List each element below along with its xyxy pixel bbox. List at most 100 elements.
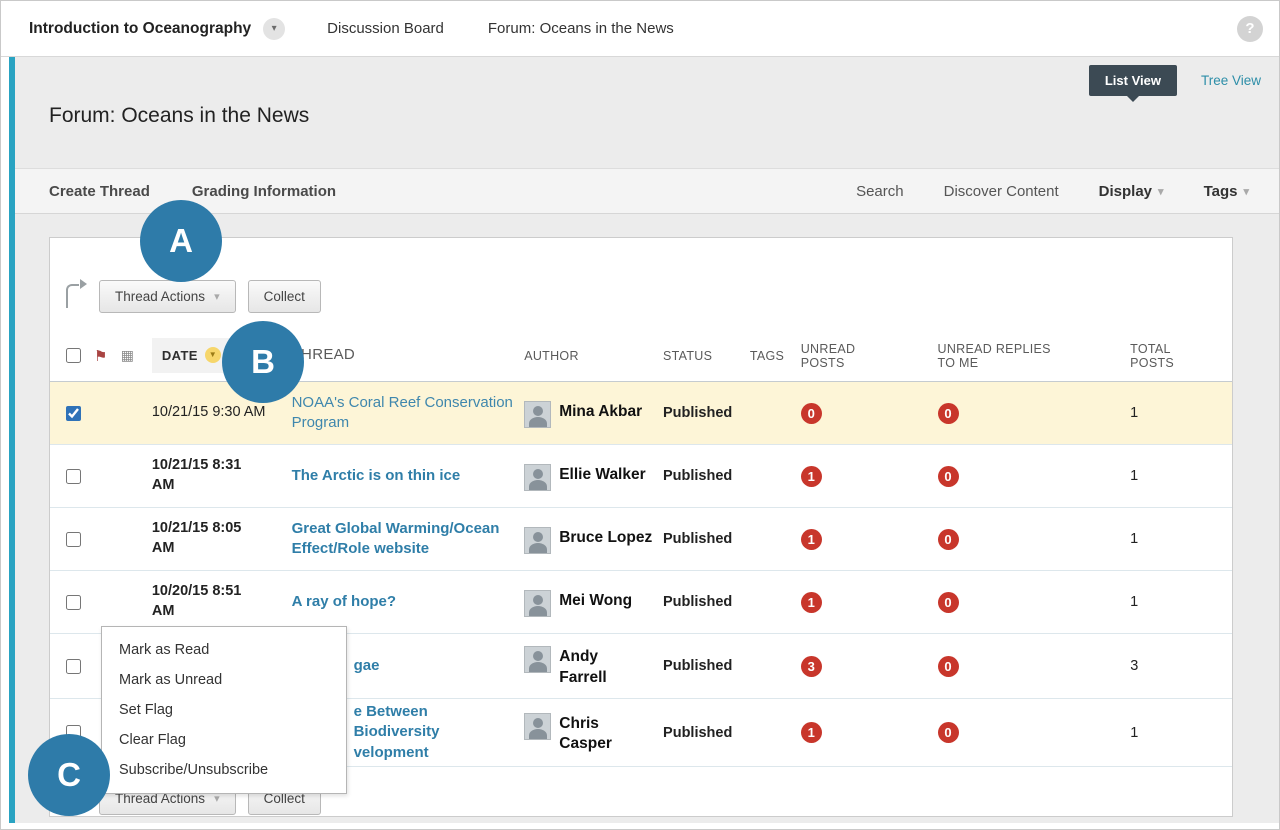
chevron-down-icon: ▾	[272, 23, 277, 34]
status-cell: Published	[663, 725, 750, 741]
avatar	[524, 713, 551, 740]
header-status[interactable]: STATUS	[663, 349, 750, 363]
screen: Introduction to Oceanography ▾ Discussio…	[0, 0, 1280, 830]
unread-posts-cell: 3	[797, 656, 936, 677]
row-checkbox[interactable]	[66, 406, 81, 421]
header-total-posts[interactable]: TOTAL POSTS	[1128, 342, 1232, 370]
thread-link[interactable]: e Between Biodiversity velopment	[354, 702, 517, 763]
unread-replies-badge[interactable]: 0	[938, 529, 959, 550]
unread-badge[interactable]: 1	[801, 466, 822, 487]
avatar	[524, 590, 551, 617]
unread-replies-badge[interactable]: 0	[938, 592, 959, 613]
chevron-down-icon: ▾	[1158, 185, 1164, 198]
header-unread-posts[interactable]: UNREAD POSTS	[797, 342, 936, 370]
row-select-cell	[50, 406, 152, 421]
author-cell: Andy Farrell	[524, 644, 663, 687]
display-menu-button[interactable]: Display ▾	[1099, 183, 1164, 200]
thread-link[interactable]: gae	[354, 656, 517, 676]
menu-item-mark-as-read[interactable]: Mark as Read	[102, 635, 346, 665]
unread-badge[interactable]: 1	[801, 592, 822, 613]
grading-information-button[interactable]: Grading Information	[192, 183, 336, 200]
unread-posts-cell: 1	[797, 592, 936, 613]
create-thread-button[interactable]: Create Thread	[49, 183, 150, 200]
unread-replies-cell: 0	[936, 722, 1129, 743]
select-all-arrow-icon	[66, 284, 79, 308]
unread-posts-cell: 1	[797, 466, 936, 487]
unread-badge[interactable]: 1	[801, 529, 822, 550]
header-unread-replies[interactable]: UNREAD REPLIES TO ME	[936, 342, 1129, 370]
unread-replies-cell: 0	[936, 466, 1129, 487]
header-tags[interactable]: TAGS	[750, 349, 797, 363]
thread-cell: The Arctic is on thin ice	[292, 466, 525, 486]
row-select-cell	[50, 532, 152, 547]
total-posts-cell: 1	[1128, 725, 1232, 741]
author-name: Chris Casper	[559, 711, 612, 754]
annotation-circle-b: B	[222, 321, 304, 403]
thread-actions-context-menu: Mark as Read Mark as Unread Set Flag Cle…	[101, 626, 347, 794]
header-thread[interactable]: THREAD	[292, 345, 525, 365]
list-view-button[interactable]: List View	[1089, 65, 1177, 96]
thread-link[interactable]: The Arctic is on thin ice	[292, 466, 517, 486]
total-posts-cell: 1	[1128, 531, 1232, 547]
tags-menu-button[interactable]: Tags ▾	[1204, 183, 1249, 200]
discover-content-button[interactable]: Discover Content	[944, 183, 1059, 200]
thread-link[interactable]: Great Global Warming/Ocean Effect/Role w…	[292, 519, 517, 560]
author-cell: Mina Akbar	[524, 399, 663, 428]
thread-date: 10/20/15 8:51 AM	[152, 582, 292, 621]
thread-actions-button[interactable]: Thread Actions ▾	[99, 280, 236, 313]
status-cell: Published	[663, 468, 750, 484]
avatar	[524, 464, 551, 491]
date-sort-button[interactable]: DATE ▼	[152, 338, 231, 374]
status-cell: Published	[663, 594, 750, 610]
thread-link[interactable]: A ray of hope?	[292, 592, 517, 612]
flag-icon[interactable]: ⚑	[94, 347, 108, 365]
row-checkbox[interactable]	[66, 659, 81, 674]
unread-replies-badge[interactable]: 0	[938, 466, 959, 487]
breadcrumb-discussion-board[interactable]: Discussion Board	[327, 20, 444, 37]
select-all-checkbox[interactable]	[66, 348, 81, 363]
author-name: Bruce Lopez	[559, 525, 652, 548]
thread-date: 10/21/15 8:31 AM	[152, 456, 292, 495]
row-checkbox[interactable]	[66, 469, 81, 484]
unread-replies-badge[interactable]: 0	[938, 722, 959, 743]
author-name: Mina Akbar	[559, 399, 642, 422]
header-author[interactable]: AUTHOR	[524, 349, 663, 363]
tree-view-link[interactable]: Tree View	[1201, 73, 1261, 88]
thread-link[interactable]: NOAA's Coral Reef Conservation Program	[292, 393, 517, 434]
unread-badge[interactable]: 0	[801, 403, 822, 424]
table-row: 10/21/15 9:30 AM NOAA's Coral Reef Conse…	[50, 382, 1232, 445]
menu-item-clear-flag[interactable]: Clear Flag	[102, 725, 346, 755]
thread-cell: A ray of hope?	[292, 592, 525, 612]
author-name: Andy Farrell	[559, 644, 606, 687]
total-posts-cell: 1	[1128, 594, 1232, 610]
status-cell: Published	[663, 405, 750, 421]
help-icon[interactable]: ?	[1237, 16, 1263, 42]
annotation-circle-c: C	[28, 734, 110, 816]
chevron-down-icon: ▾	[214, 290, 220, 303]
tags-label: Tags	[1204, 183, 1238, 200]
row-select-cell	[50, 469, 152, 484]
author-cell: Ellie Walker	[524, 462, 663, 491]
unread-replies-badge[interactable]: 0	[938, 403, 959, 424]
thread-cell: Great Global Warming/Ocean Effect/Role w…	[292, 519, 525, 560]
menu-item-subscribe-unsubscribe[interactable]: Subscribe/Unsubscribe	[102, 755, 346, 785]
course-title: Introduction to Oceanography	[29, 20, 251, 38]
row-checkbox[interactable]	[66, 532, 81, 547]
course-menu-button[interactable]: ▾	[263, 18, 285, 40]
row-checkbox[interactable]	[66, 595, 81, 610]
unread-badge[interactable]: 1	[801, 722, 822, 743]
unread-posts-cell: 1	[797, 722, 936, 743]
unread-badge[interactable]: 3	[801, 656, 822, 677]
collect-button[interactable]: Collect	[248, 280, 321, 313]
grid-icon[interactable]: ▦	[121, 347, 135, 364]
table-row: 10/21/15 8:31 AM The Arctic is on thin i…	[50, 445, 1232, 508]
avatar	[524, 646, 551, 673]
unread-replies-cell: 0	[936, 403, 1129, 424]
sort-down-icon: ▼	[205, 347, 221, 363]
author-cell: Bruce Lopez	[524, 525, 663, 554]
unread-replies-badge[interactable]: 0	[938, 656, 959, 677]
menu-item-set-flag[interactable]: Set Flag	[102, 695, 346, 725]
menu-item-mark-as-unread[interactable]: Mark as Unread	[102, 665, 346, 695]
thread-actions-label: Thread Actions	[115, 289, 205, 304]
search-button[interactable]: Search	[856, 183, 904, 200]
